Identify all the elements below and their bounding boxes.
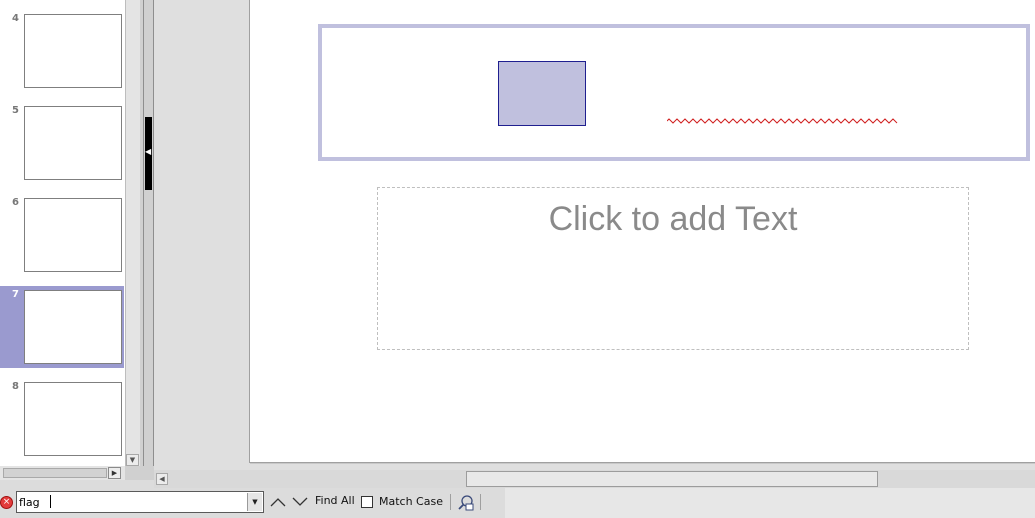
scrollbar-thumb[interactable] [466,471,878,487]
slide-pane-vertical-scrollbar[interactable]: ▼ [125,0,140,466]
slide-preview [24,106,122,180]
scroll-down-arrow-icon[interactable]: ▼ [126,454,139,466]
slide-number: 5 [12,105,19,116]
scrollbar-thumb[interactable] [3,468,107,478]
splitter-corner [125,466,154,480]
scroll-left-arrow-icon[interactable]: ◀ [156,473,168,485]
slide-pane: 4 5 6 7 8 [0,0,125,466]
slide-canvas[interactable]: Click to add Text [249,0,1035,463]
dropdown-arrow-icon[interactable]: ▼ [247,493,262,511]
slide-thumbnail-6[interactable]: 6 [0,194,124,276]
slide-pane-horizontal-scrollbar[interactable]: ▶ [0,466,125,480]
find-all-button[interactable]: Find All [315,494,355,507]
match-case-label: Match Case [379,495,443,508]
chevron-up-icon[interactable] [270,495,286,509]
find-combobox[interactable]: ▼ [16,491,264,513]
slide-thumbnail-4[interactable]: 4 [0,10,124,92]
match-case-checkbox[interactable] [361,496,373,508]
pane-splitter[interactable]: ◀ [140,0,154,466]
slide-preview [24,14,122,88]
find-toolbar: × ▼ Find All Match Case [0,488,1035,518]
chevron-down-icon[interactable] [292,495,308,509]
slide-preview [24,290,122,364]
slide-number: 6 [12,197,19,208]
spellcheck-underline [667,118,898,124]
slide-preview [24,198,122,272]
slide-preview [24,382,122,456]
toolbar-background [505,488,1035,518]
close-find-icon[interactable]: × [0,496,13,509]
slide-thumbnail-7[interactable]: 7 [0,286,124,368]
splitter-line [143,0,144,466]
toolbar-separator [480,494,481,510]
placeholder-text: Click to add Text [548,200,798,238]
toolbar-separator [450,494,451,510]
scroll-right-arrow-icon[interactable]: ▶ [108,467,121,479]
rectangle-shape[interactable] [498,61,586,126]
collapse-pane-handle[interactable]: ◀ [145,117,152,190]
slide-thumbnail-5[interactable]: 5 [0,102,124,184]
content-placeholder[interactable]: Click to add Text [377,187,969,350]
find-replace-icon[interactable] [457,494,475,512]
text-cursor [50,495,51,508]
slide-number: 4 [12,13,19,24]
find-text-input[interactable] [19,493,247,511]
slide-thumbnail-8[interactable]: 8 [0,378,124,460]
slide-number: 7 [12,289,19,300]
chevron-left-icon: ◀ [145,147,152,156]
slide-number: 8 [12,381,19,392]
edit-workspace: Click to add Text [154,0,1035,470]
main-horizontal-scrollbar[interactable]: ◀ [154,470,1035,488]
title-frame[interactable] [318,24,1030,161]
